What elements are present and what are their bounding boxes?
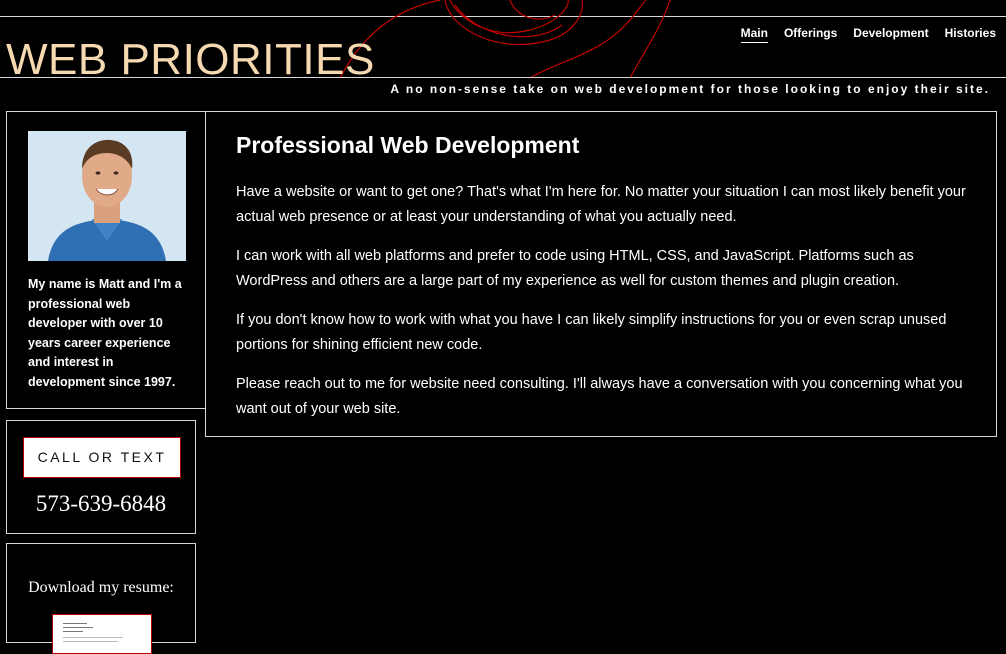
contact-card: CALL OR TEXT 573-639-6848: [6, 420, 196, 534]
content-paragraph: Have a website or want to get one? That'…: [236, 184, 966, 225]
resume-label: Download my resume:: [28, 579, 174, 596]
site-tagline: A no non-sense take on web development f…: [390, 82, 990, 96]
call-or-text-button[interactable]: CALL OR TEXT: [23, 437, 181, 478]
site-header: WEB PRIORITIES Main Offerings Developmen…: [0, 0, 1006, 100]
nav-item-main[interactable]: Main: [740, 26, 768, 43]
profile-card: My name is Matt and I'm a professional w…: [6, 111, 206, 409]
site-title: WEB PRIORITIES: [6, 35, 375, 84]
profile-photo: [28, 131, 186, 261]
profile-bio: My name is Matt and I'm a professional w…: [28, 277, 182, 389]
nav-item-offerings[interactable]: Offerings: [784, 26, 837, 43]
resume-card: Download my resume:: [6, 543, 196, 654]
nav-item-histories[interactable]: Histories: [945, 26, 996, 43]
page-title: Professional Web Development: [236, 132, 580, 158]
avatar: [28, 131, 186, 261]
resume-download-thumbnail[interactable]: [52, 614, 152, 654]
main-nav: Main Offerings Development Histories: [740, 26, 996, 43]
main-content: Professional Web Development Have a webs…: [205, 111, 997, 437]
content-paragraph: Please reach out to me for website need …: [236, 376, 963, 417]
nav-item-development[interactable]: Development: [853, 26, 928, 43]
content-paragraph: If you don't know how to work with what …: [236, 312, 947, 353]
phone-number[interactable]: 573-639-6848: [7, 491, 195, 517]
content-body: Have a website or want to get one? That'…: [236, 180, 976, 436]
content-paragraph: I can work with all web platforms and pr…: [236, 248, 914, 289]
